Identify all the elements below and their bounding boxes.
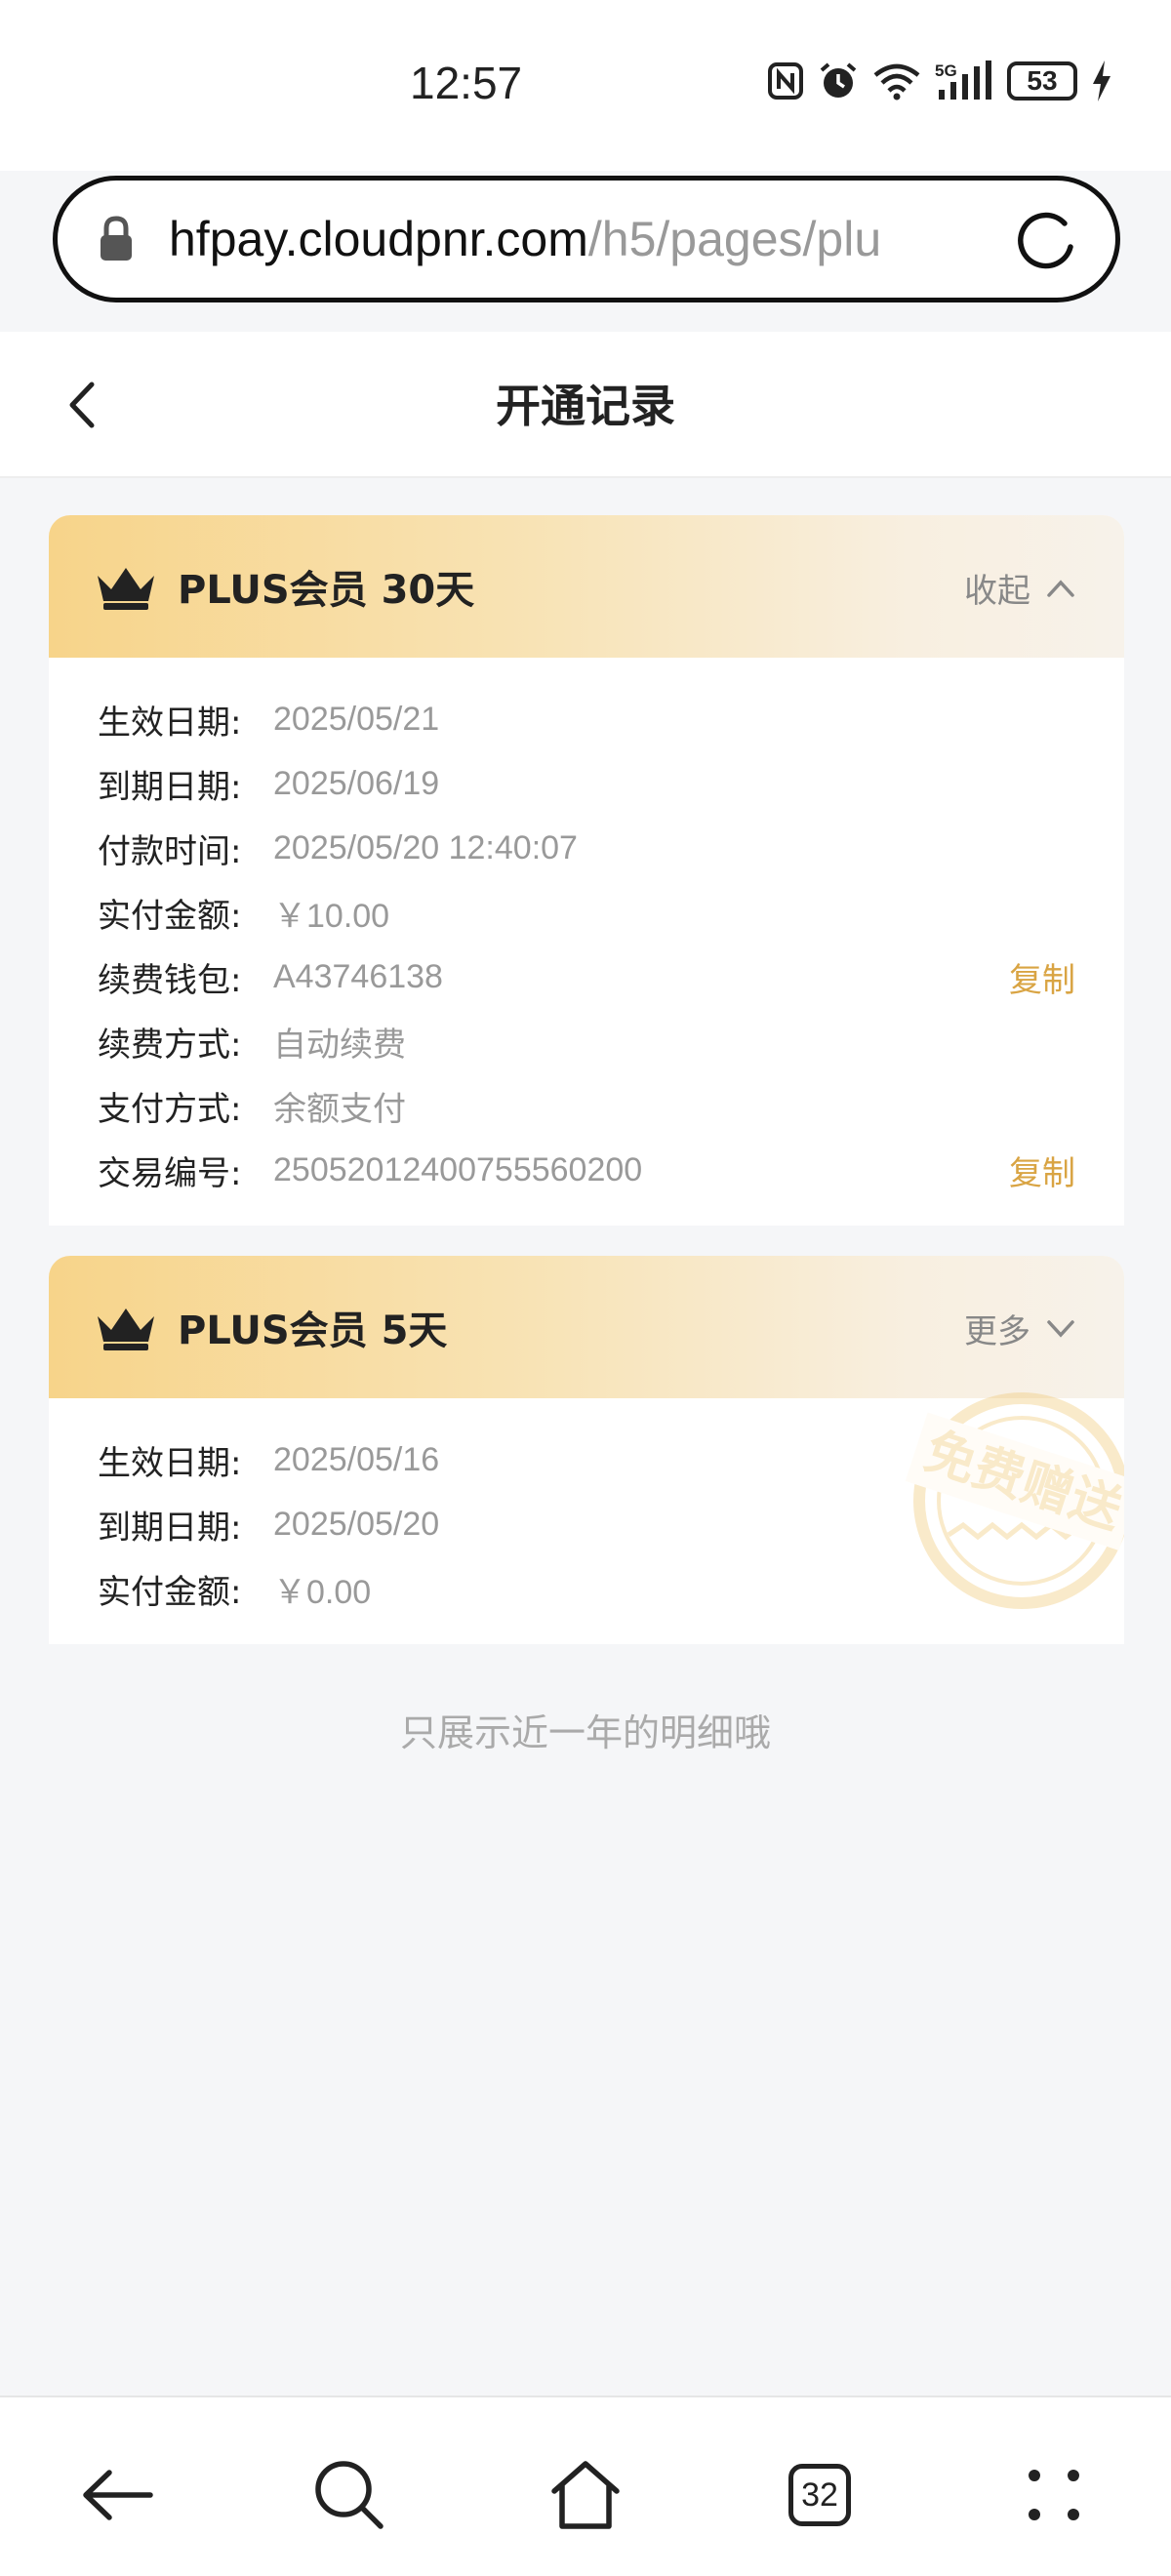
- field-row: 实付金额: ￥0.00: [49, 1556, 1124, 1621]
- page-title: 开通记录: [496, 380, 675, 432]
- status-bar: 12:57 5G 53: [0, 0, 1171, 171]
- field-value: 2025/05/20: [273, 1505, 440, 1543]
- field-row: 续费钱包: A43746138 复制: [49, 945, 1124, 1009]
- expand-toggle[interactable]: 更多: [964, 1305, 1075, 1352]
- field-label: 到期日期:: [98, 767, 242, 807]
- field-label: 支付方式:: [98, 1089, 242, 1129]
- field-row: 续费方式: 自动续费: [49, 1009, 1124, 1073]
- home-icon: [551, 2461, 620, 2529]
- back-button[interactable]: [68, 2446, 166, 2544]
- arrow-left-icon: [83, 2470, 153, 2520]
- home-button[interactable]: [537, 2446, 634, 2544]
- search-button[interactable]: [301, 2446, 398, 2544]
- 5g-signal-icon: 5G: [935, 60, 991, 100]
- svg-text:5G: 5G: [935, 61, 957, 80]
- status-icons: 5G 53: [767, 60, 1112, 101]
- lock-icon: [101, 216, 132, 261]
- footnote-text: 只展示近一年的明细哦: [399, 1711, 771, 1754]
- field-label: 交易编号:: [98, 1153, 242, 1193]
- field-label: 实付金额:: [98, 896, 242, 936]
- collapse-toggle[interactable]: 收起: [964, 564, 1075, 612]
- url-path: /h5/pages/plu: [587, 212, 882, 266]
- field-value: A43746138: [273, 957, 443, 995]
- field-label: 到期日期:: [98, 1508, 242, 1548]
- record-card-header[interactable]: PLUS会员 5天 更多: [49, 1256, 1124, 1398]
- field-value: 2025/06/19: [273, 764, 440, 802]
- url-host: hfpay.cloudpnr.com: [169, 212, 588, 266]
- field-row: 支付方式: 余额支付: [49, 1073, 1124, 1138]
- expand-label: 更多: [964, 1312, 1030, 1351]
- chevron-down-icon: [1047, 1319, 1074, 1338]
- field-value: ￥0.00: [273, 1573, 372, 1611]
- field-label: 生效日期:: [98, 1443, 242, 1483]
- status-time: 12:57: [410, 58, 523, 108]
- reload-icon[interactable]: [1014, 208, 1078, 272]
- copy-transaction-button[interactable]: 复制: [1009, 1147, 1075, 1194]
- field-value: ￥10.00: [273, 897, 390, 935]
- tab-count: 32: [788, 2464, 851, 2526]
- field-row: 付款时间: 2025/05/20 12:40:07: [49, 816, 1124, 880]
- crown-icon: [98, 568, 154, 610]
- more-dots-icon: [1029, 2470, 1079, 2520]
- record-title: PLUS会员 30天: [178, 568, 475, 613]
- crown-icon: [98, 1308, 154, 1350]
- record-card-header[interactable]: PLUS会员 30天 收起: [49, 515, 1124, 658]
- chevron-up-icon: [1047, 579, 1074, 597]
- charging-icon: [1093, 60, 1110, 101]
- field-row: 交易编号: 25052012400755560200 复制: [49, 1138, 1124, 1202]
- record-card-body: 生效日期: 2025/05/21 到期日期: 2025/06/19 付款时间: …: [49, 658, 1124, 1226]
- field-row: 生效日期: 2025/05/21: [49, 687, 1124, 751]
- field-label: 生效日期:: [98, 703, 242, 743]
- page-header: 开通记录: [0, 332, 1171, 478]
- record-card-body: 免费赠送 生效日期: 2025/05/16 到期日期: 2025/05/20 实…: [49, 1392, 1124, 1644]
- field-row: 生效日期: 2025/05/16: [49, 1428, 1124, 1492]
- field-row: 到期日期: 2025/05/20: [49, 1492, 1124, 1556]
- field-label: 付款时间:: [98, 831, 242, 871]
- field-value: 2025/05/21: [273, 700, 440, 738]
- field-value: 自动续费: [273, 1026, 406, 1064]
- record-card: PLUS会员 30天 收起 生效日期: 2025/05/21 到期日期: 202…: [49, 515, 1124, 1226]
- nfc-icon: [768, 62, 803, 100]
- battery-icon: 53: [1007, 61, 1077, 101]
- record-title: PLUS会员 5天: [178, 1308, 448, 1353]
- field-row: 实付金额: ￥10.00: [49, 880, 1124, 945]
- wifi-icon: [873, 63, 920, 101]
- browser-bottom-bar: 32: [0, 2395, 1171, 2576]
- url-text[interactable]: hfpay.cloudpnr.com/h5/pages/plu: [169, 211, 969, 267]
- field-value: 余额支付: [273, 1090, 406, 1128]
- address-bar[interactable]: hfpay.cloudpnr.com/h5/pages/plu: [53, 176, 1120, 302]
- field-label: 实付金额:: [98, 1572, 242, 1612]
- field-value: 2025/05/20 12:40:07: [273, 828, 578, 866]
- field-value: 25052012400755560200: [273, 1150, 643, 1188]
- field-label: 续费方式:: [98, 1025, 242, 1065]
- menu-button[interactable]: [1005, 2446, 1103, 2544]
- collapse-label: 收起: [964, 572, 1030, 611]
- field-value: 2025/05/16: [273, 1440, 440, 1478]
- record-card: PLUS会员 5天 更多 免费赠送 生效日期: 2025/05/16 到期日期:…: [49, 1256, 1124, 1644]
- copy-wallet-button[interactable]: 复制: [1009, 953, 1075, 1001]
- search-icon: [315, 2461, 384, 2529]
- field-row: 到期日期: 2025/06/19: [49, 751, 1124, 816]
- field-label: 续费钱包:: [98, 960, 242, 1000]
- tabs-button[interactable]: 32: [771, 2446, 868, 2544]
- alarm-icon: [820, 62, 857, 98]
